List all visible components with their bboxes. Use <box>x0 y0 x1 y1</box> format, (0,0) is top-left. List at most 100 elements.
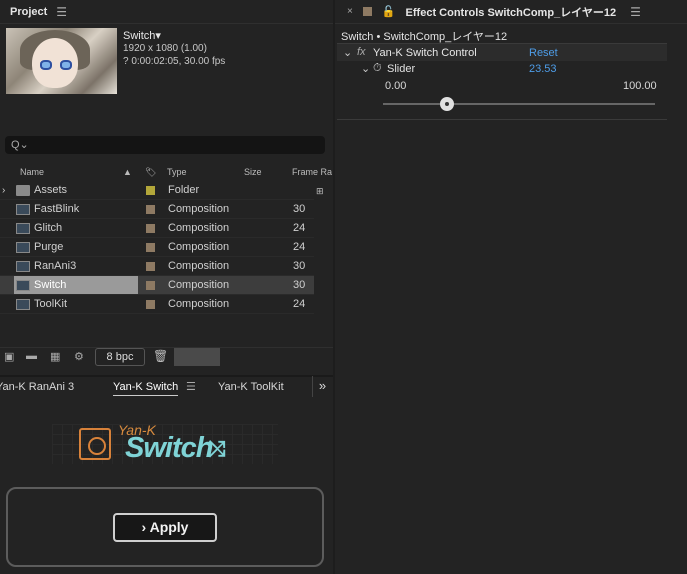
project-item-row[interactable]: › Assets Folder <box>0 181 314 200</box>
tab-yan-k-switch[interactable]: Yan-K Switch <box>113 381 179 396</box>
project-item-namecell[interactable]: FastBlink <box>14 200 138 218</box>
slider-param-label: Slider <box>387 63 416 75</box>
lock-icon[interactable]: 🔓 <box>382 5 396 18</box>
apply-label: Apply <box>149 519 189 535</box>
comp-name[interactable]: Switch▾ <box>123 29 161 42</box>
sort-arrow-icon[interactable]: ▲ <box>123 164 132 180</box>
tab-ranani3[interactable]: Yan-K RanAni 3 <box>0 381 74 393</box>
label-color-swatch[interactable] <box>146 281 155 290</box>
comp-duration: ? 0:00:02:05, 30.00 fps <box>123 56 226 67</box>
effect-controls-subtitle: Switch • SwitchComp_レイヤー12 <box>341 31 508 43</box>
project-item-framerate: 24 <box>293 222 306 234</box>
project-item-name: RanAni3 <box>34 260 77 272</box>
label-column-icon[interactable]: 🏷 <box>145 164 156 180</box>
column-type[interactable]: Type <box>167 164 187 180</box>
flowchart-color-swatch[interactable] <box>174 348 220 366</box>
chevron-right-icon: › <box>141 519 147 535</box>
project-item-namecell[interactable]: Assets <box>14 181 138 199</box>
project-item-namecell[interactable]: Switch <box>14 276 138 294</box>
close-icon[interactable]: × <box>347 6 353 17</box>
label-color-swatch[interactable] <box>146 186 155 195</box>
project-item-type: Composition <box>168 222 230 234</box>
tab-toolkit[interactable]: Yan-K ToolKit <box>218 381 284 393</box>
project-item-namecell[interactable]: ToolKit <box>14 295 138 313</box>
project-item-row[interactable]: FastBlink Composition 30 <box>0 200 314 219</box>
effect-controls-title[interactable]: Effect Controls SwitchComp_レイヤー12 <box>406 4 617 20</box>
project-item-name: Glitch <box>34 222 63 234</box>
label-color-swatch[interactable] <box>146 300 155 309</box>
project-item-name: Purge <box>34 241 64 253</box>
stopwatch-icon[interactable]: ⏱ <box>373 62 382 75</box>
trash-icon[interactable]: 🗑 <box>153 349 168 363</box>
project-item-namecell[interactable]: Glitch <box>14 219 138 237</box>
chevron-down-icon[interactable]: ⌄ <box>361 62 370 75</box>
folder-icon <box>16 185 30 196</box>
project-item-type: Composition <box>168 298 230 310</box>
project-item-row[interactable]: Glitch Composition 24 <box>0 219 314 238</box>
composition-icon <box>16 223 30 234</box>
effect-controls-tabbar: × 🔓 Effect Controls SwitchComp_レイヤー12 ☰ <box>335 0 687 24</box>
project-item-row[interactable]: Switch Composition 30 <box>0 276 314 295</box>
more-tabs-icon[interactable]: » <box>312 376 332 398</box>
project-item-name: ToolKit <box>34 298 68 310</box>
project-item-row[interactable]: ToolKit Composition 24 <box>0 295 314 314</box>
effect-name: Yan-K Switch Control <box>373 47 477 59</box>
label-color-swatch[interactable] <box>146 262 155 271</box>
interpret-footage-icon[interactable]: ▣ <box>4 350 14 363</box>
project-item-framerate: 30 <box>293 203 306 215</box>
project-item-namecell[interactable]: Purge <box>14 238 138 256</box>
panel-menu-icon[interactable]: ☰ <box>630 5 641 19</box>
search-input[interactable]: Q⌄ <box>5 136 325 154</box>
composition-icon <box>16 242 30 253</box>
project-item-name: Switch <box>34 279 67 291</box>
apply-button[interactable]: › Apply <box>113 513 217 542</box>
slider-param-row[interactable]: ⌄ ⏱ Slider 23.53 <box>337 61 667 79</box>
new-folder-icon[interactable]: ▬ <box>26 350 37 362</box>
flowchart-icon[interactable]: ⊞ <box>316 183 324 199</box>
project-panel: Project ☰ Switch▾ 1920 x 1080 (1.00) ? 0… <box>0 0 333 574</box>
project-settings-icon[interactable]: ⚙ <box>74 350 84 363</box>
project-item-framerate: 24 <box>293 298 306 310</box>
project-item-framerate: 30 <box>293 279 306 291</box>
column-size[interactable]: Size <box>244 164 262 180</box>
label-color-swatch[interactable] <box>146 224 155 233</box>
switch-logo-icon <box>79 428 111 460</box>
effect-controls-panel: × 🔓 Effect Controls SwitchComp_レイヤー12 ☰ … <box>335 0 687 574</box>
fx-icon[interactable]: fx <box>357 46 366 58</box>
project-item-namecell[interactable]: RanAni3 <box>14 257 138 275</box>
logo-product-text: Switch <box>125 432 213 464</box>
slider-param-value[interactable]: 23.53 <box>529 63 557 75</box>
project-item-name: Assets <box>34 184 68 196</box>
slider-range-max: 100.00 <box>623 80 657 92</box>
slider-knob[interactable] <box>440 97 454 111</box>
project-item-type: Composition <box>168 279 230 291</box>
chevron-down-icon[interactable]: ⌄ <box>343 46 352 59</box>
project-item-type: Folder <box>168 184 200 196</box>
comp-resolution: 1920 x 1080 (1.00) <box>123 43 207 54</box>
shuffle-icon: ⤨ <box>208 436 226 461</box>
panel-menu-icon[interactable]: ☰ <box>56 5 67 19</box>
label-color-swatch[interactable] <box>146 205 155 214</box>
project-item-row[interactable]: Purge Composition 24 <box>0 238 314 257</box>
project-item-type: Composition <box>168 241 230 253</box>
label-color-swatch[interactable] <box>362 7 372 16</box>
project-tab-title[interactable]: Project <box>10 6 47 18</box>
effect-row[interactable]: ⌄ fx Yan-K Switch Control Reset <box>337 43 667 61</box>
label-color-swatch[interactable] <box>146 243 155 252</box>
slider-track[interactable] <box>383 103 655 105</box>
project-item-type: Composition <box>168 260 230 272</box>
reset-link[interactable]: Reset <box>529 47 558 59</box>
column-frame-rate[interactable]: Frame Ra <box>292 164 332 180</box>
chevron-right-icon[interactable]: › <box>2 181 5 200</box>
composition-icon <box>16 261 30 272</box>
panel-menu-icon[interactable]: ☰ <box>186 380 196 393</box>
project-item-name: FastBlink <box>34 203 80 215</box>
composition-icon <box>16 280 30 291</box>
slider-range-min: 0.00 <box>385 80 407 92</box>
new-comp-icon[interactable]: ▦ <box>50 350 60 363</box>
bit-depth-button[interactable]: 8 bpc <box>95 348 145 366</box>
project-item-row[interactable]: RanAni3 Composition 30 <box>0 257 314 276</box>
plugin-tabbar: Yan-K RanAni 3 Yan-K Switch ☰ Yan-K Tool… <box>0 375 333 398</box>
column-name[interactable]: Name <box>20 164 44 180</box>
composition-icon <box>16 299 30 310</box>
